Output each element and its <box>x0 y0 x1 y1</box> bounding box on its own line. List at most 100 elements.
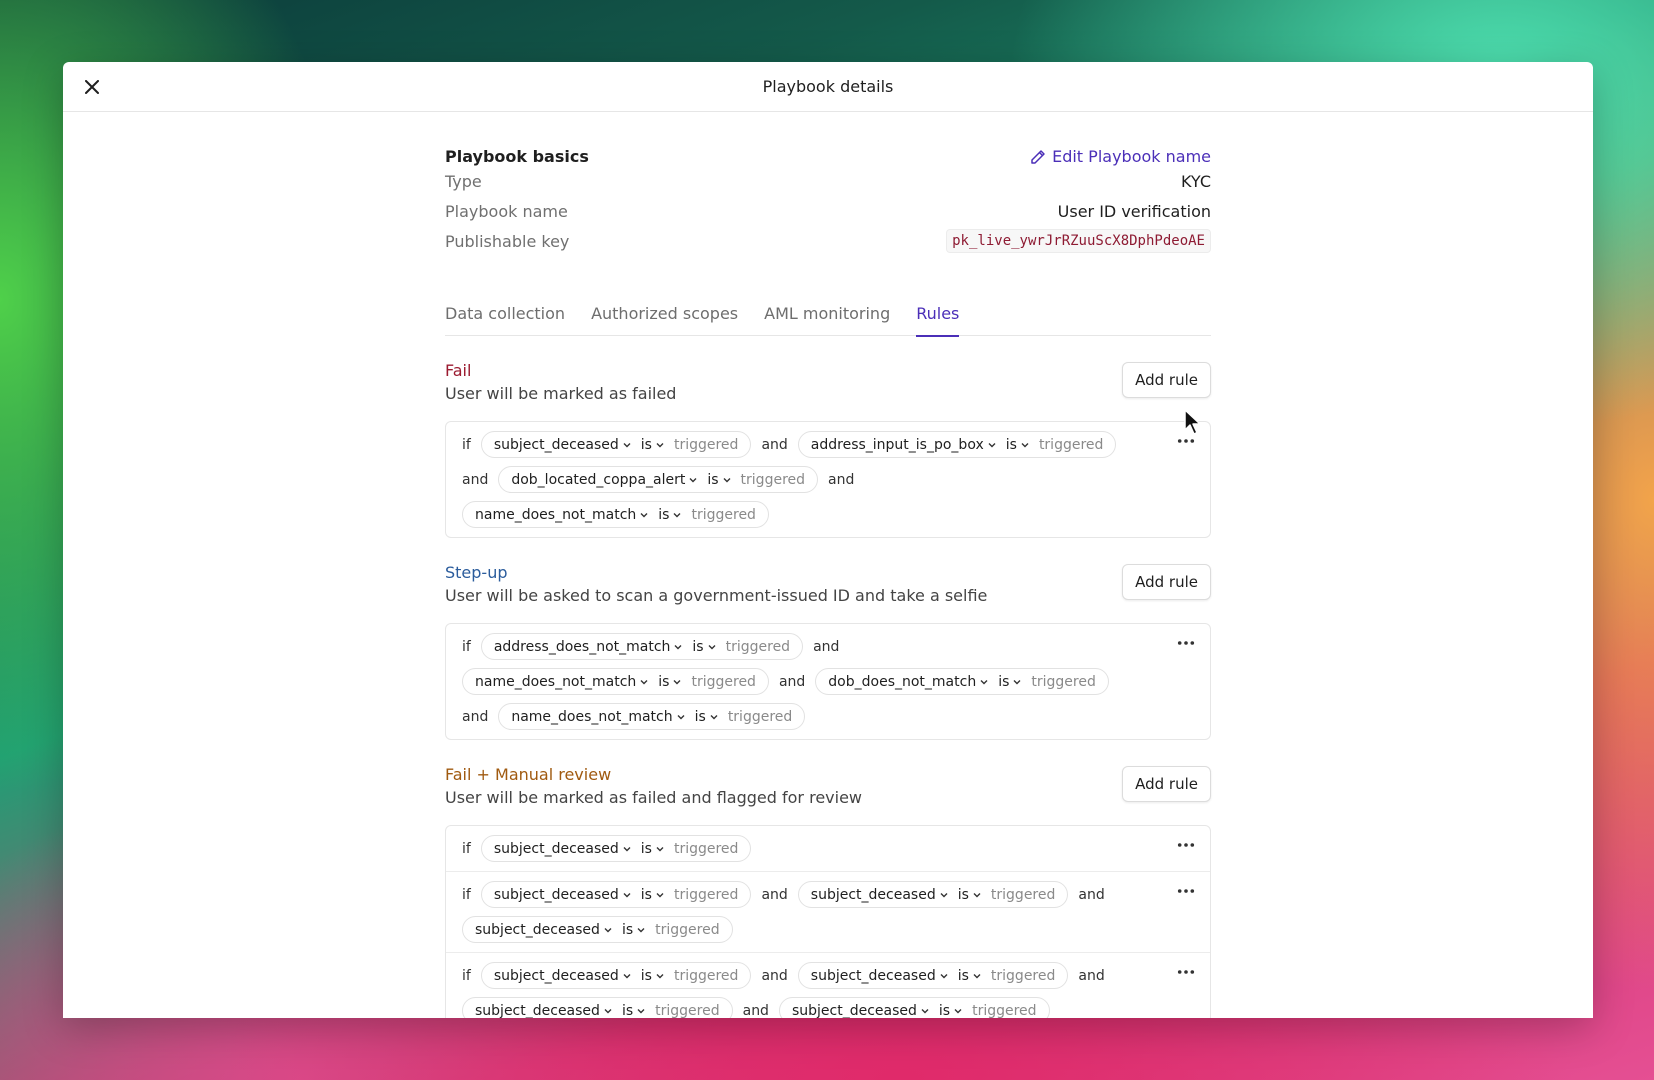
chevron-down-icon <box>604 927 612 932</box>
condition-operator-label: is <box>692 638 704 655</box>
condition-operator-select[interactable]: is <box>622 922 645 938</box>
condition-value: triggered <box>1038 436 1104 453</box>
rule-more-button[interactable] <box>1174 882 1198 900</box>
condition-field-label: dob_located_coppa_alert <box>511 471 686 488</box>
publishable-key-label: Publishable key <box>445 231 570 251</box>
condition-operator-select[interactable]: is <box>641 887 664 903</box>
condition-field-select[interactable]: subject_deceased <box>494 968 631 984</box>
chevron-down-icon <box>674 644 682 649</box>
condition-operator-label: is <box>640 436 652 453</box>
rule-group: Fail User will be marked as failed Add rul… <box>445 361 1211 538</box>
condition-operator-select[interactable]: is <box>641 968 664 984</box>
condition-field-select[interactable]: name_does_not_match <box>511 708 685 725</box>
playbook-name-label: Playbook name <box>445 201 568 221</box>
rule-more-button[interactable] <box>1174 634 1198 652</box>
condition-operator-label: is <box>938 1002 951 1019</box>
chevron-down-icon <box>640 679 648 684</box>
rule-keyword: and <box>761 436 788 453</box>
condition-field-select[interactable]: subject_deceased <box>494 841 631 857</box>
edit-playbook-name-label: Edit Playbook name <box>1052 147 1211 166</box>
rule-groups: Fail User will be marked as failed Add rul… <box>445 361 1211 1018</box>
condition-operator-select[interactable]: is <box>695 709 718 725</box>
rule-group-name: Fail + Manual review <box>445 765 612 784</box>
chevron-down-icon <box>1021 442 1029 447</box>
condition-operator-select[interactable]: is <box>641 841 664 857</box>
add-rule-button[interactable]: Add rule <box>1122 564 1211 600</box>
condition-operator-select[interactable]: is <box>658 507 681 523</box>
condition-field-select[interactable]: dob_located_coppa_alert <box>511 472 697 488</box>
condition-operator-select[interactable]: is <box>622 1003 645 1018</box>
condition-field-select[interactable]: subject_deceased <box>475 1003 612 1018</box>
condition-field-select[interactable]: dob_does_not_match <box>828 674 988 690</box>
condition-field-select[interactable]: name_does_not_match <box>475 674 648 690</box>
add-rule-button[interactable]: Add rule <box>1122 766 1211 802</box>
condition-field-select[interactable]: address_does_not_match <box>494 639 683 655</box>
condition-operator-select[interactable]: is <box>958 887 981 903</box>
condition-field-select[interactable]: subject_deceased <box>811 887 948 903</box>
condition-field-label: dob_does_not_match <box>828 673 977 690</box>
rule-condition: name_does_not_match is triggered <box>498 703 806 730</box>
playbook-details-modal: Playbook details Playbook basics Edit Pl… <box>63 62 1593 1018</box>
rule-condition: name_does_not_match is triggered <box>462 501 769 528</box>
rule-condition: subject_deceased is triggered <box>480 962 752 989</box>
add-rule-button[interactable]: Add rule <box>1122 362 1211 398</box>
rules-list: if address_does_not_match is triggered and na… <box>445 623 1211 740</box>
condition-operator-select[interactable]: is <box>958 968 981 984</box>
rule-condition: address_does_not_match is triggered <box>480 633 804 660</box>
rule-group-name: Fail <box>445 361 472 380</box>
tab-aml-monitoring[interactable]: AML monitoring <box>764 304 890 336</box>
condition-field-select[interactable]: name_does_not_match <box>475 507 648 523</box>
chevron-down-icon <box>656 442 664 447</box>
condition-value: triggered <box>990 967 1056 984</box>
publishable-key-value[interactable]: pk_live_ywrJrRZuuScX8DphPdeoAE <box>946 229 1211 253</box>
condition-field-select[interactable]: subject_deceased <box>811 968 948 984</box>
rule-group-info: Fail + Manual review User will be marked … <box>445 765 862 807</box>
condition-field-select[interactable]: subject_deceased <box>494 887 631 903</box>
condition-field-label: name_does_not_match <box>475 506 637 523</box>
condition-field-label: name_does_not_match <box>511 708 673 725</box>
condition-field-select[interactable]: address_input_is_po_box <box>811 437 996 453</box>
rule-condition: subject_deceased is triggered <box>480 881 752 908</box>
chevron-down-icon <box>656 846 664 851</box>
condition-field-label: subject_deceased <box>493 840 619 857</box>
condition-value: triggered <box>1031 673 1096 690</box>
condition-operator-select[interactable]: is <box>692 638 716 655</box>
rule-more-button[interactable] <box>1174 963 1198 981</box>
rule-condition: subject_deceased is triggered <box>462 916 733 943</box>
condition-operator-select[interactable]: is <box>1006 437 1029 453</box>
playbook-name-value: User ID verification <box>1057 201 1211 221</box>
tab-rules[interactable]: Rules <box>916 304 960 337</box>
tab-data-collection[interactable]: Data collection <box>445 304 565 336</box>
condition-field-select[interactable]: subject_deceased <box>792 1003 929 1018</box>
rule-keyword: if <box>462 638 471 655</box>
condition-value: triggered <box>727 708 793 725</box>
chevron-down-icon <box>677 714 685 719</box>
rule-condition: dob_located_coppa_alert is triggered <box>498 466 819 493</box>
chevron-down-icon <box>921 1008 929 1013</box>
close-button[interactable] <box>79 74 105 100</box>
more-icon <box>1177 889 1195 893</box>
condition-operator-label: is <box>957 967 969 984</box>
condition-operator-select[interactable]: is <box>641 437 664 453</box>
rule-keyword: and <box>778 673 806 690</box>
rule-condition: subject_deceased is triggered <box>480 835 752 862</box>
chevron-down-icon <box>623 442 631 447</box>
condition-operator-select[interactable]: is <box>998 674 1021 690</box>
condition-field-select[interactable]: subject_deceased <box>494 437 631 453</box>
rule-group-info: Step-up User will be asked to scan a gove… <box>445 563 987 605</box>
more-icon <box>1177 439 1195 443</box>
condition-operator-select[interactable]: is <box>658 674 681 690</box>
edit-playbook-name-link[interactable]: Edit Playbook name <box>1030 147 1211 166</box>
condition-operator-select[interactable]: is <box>707 472 731 488</box>
condition-value: triggered <box>655 921 720 938</box>
rule-group-name: Step-up <box>445 563 508 582</box>
condition-operator-select[interactable]: is <box>938 1002 962 1019</box>
type-label: Type <box>445 171 482 191</box>
rule-more-button[interactable] <box>1174 836 1198 854</box>
rule-keyword: if <box>462 886 471 903</box>
condition-value: triggered <box>972 1002 1037 1019</box>
tab-authorized-scopes[interactable]: Authorized scopes <box>591 304 738 336</box>
condition-field-select[interactable]: subject_deceased <box>475 922 612 938</box>
tab-bar: Data collection Authorized scopes AML mo… <box>445 304 1211 337</box>
condition-field-label: address_does_not_match <box>493 638 671 655</box>
